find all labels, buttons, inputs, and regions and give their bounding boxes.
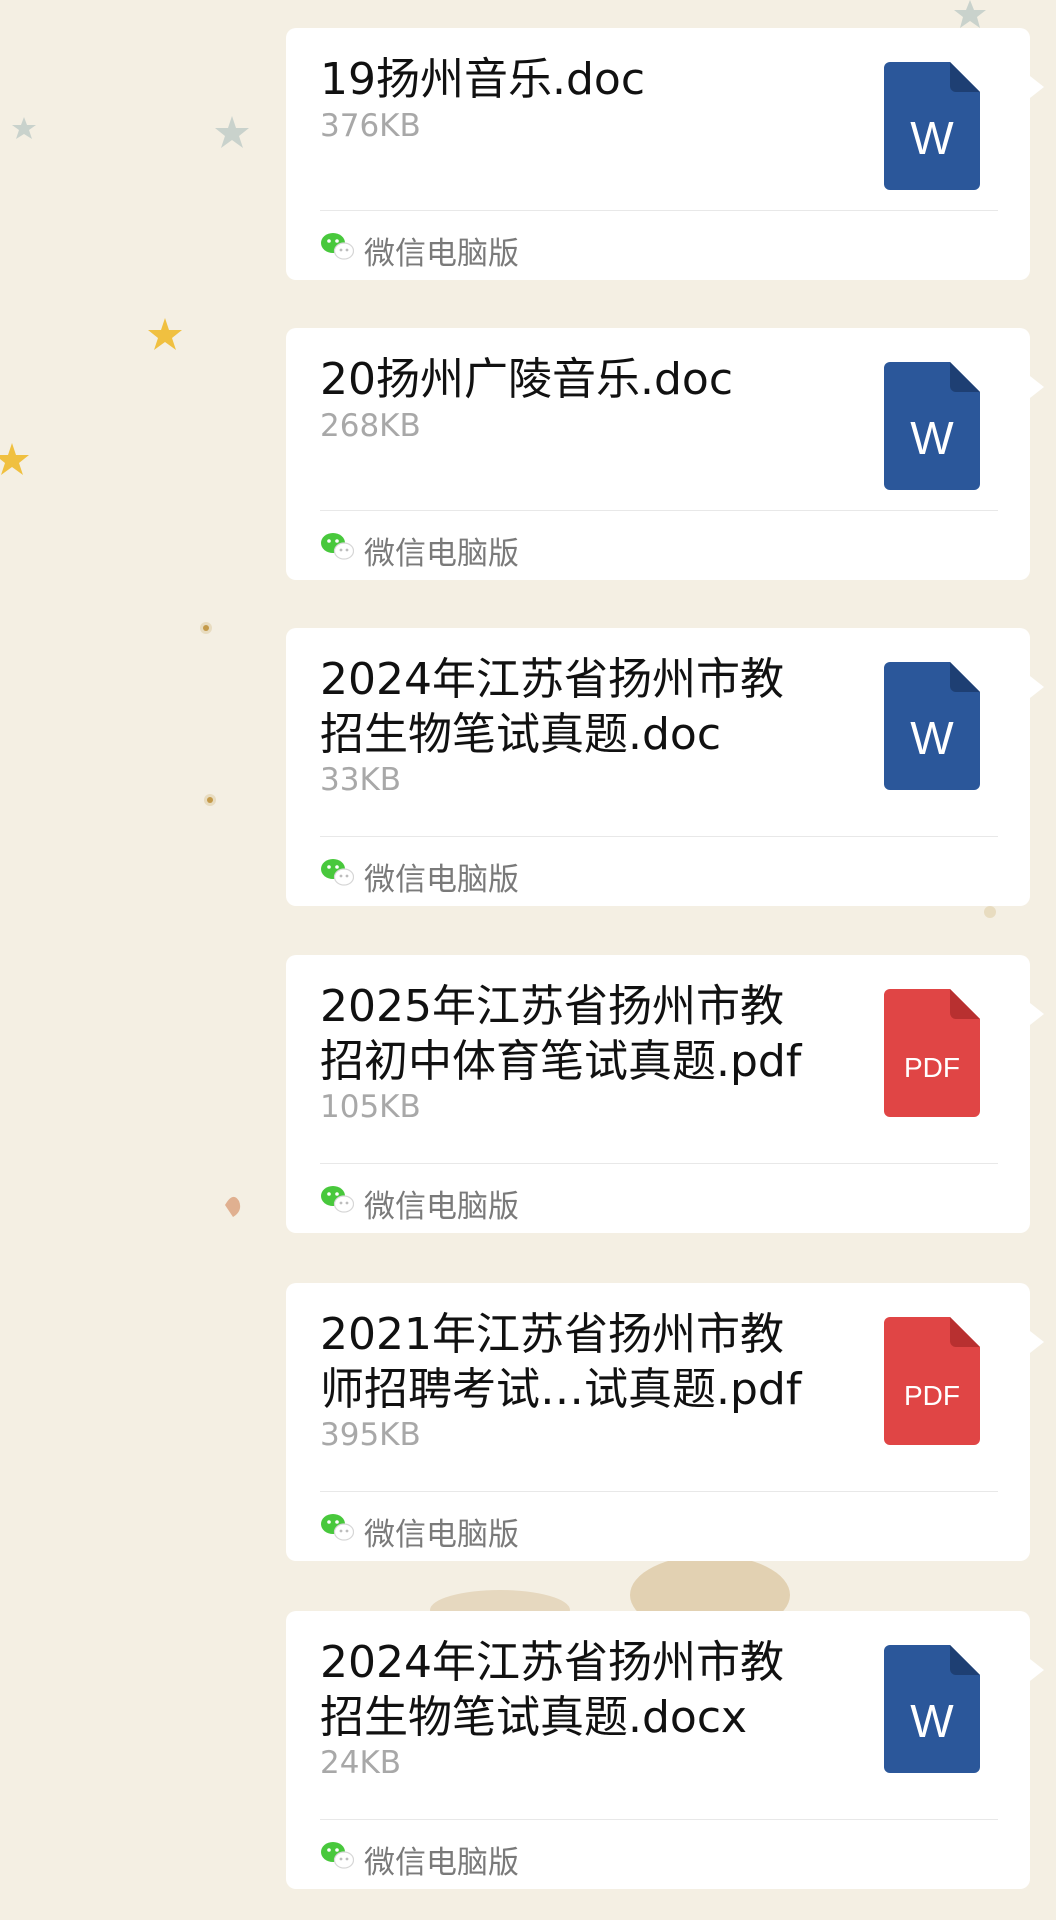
file-size: 376KB [320,108,421,144]
word-file-icon: W [884,362,980,490]
wechat-icon [320,531,364,569]
wechat-icon [320,1184,364,1222]
source-text: 微信电脑版 [364,861,519,898]
file-message-bubble[interactable]: 2024年江苏省扬州市教 招生物笔试真题.docx 24KB W 微信电脑版 [286,1611,1044,1889]
wechat-icon [320,857,364,895]
source-label: 微信电脑版 [320,1839,519,1881]
wechat-icon [320,1840,364,1878]
word-file-icon: W [884,62,980,190]
file-name: 2025年江苏省扬州市教 招初中体育笔试真题.pdf [320,981,802,1087]
background-illustration [430,1555,790,1615]
file-size: 395KB [320,1417,421,1453]
file-icon-label: PDF [904,1052,960,1083]
word-file-icon: W [884,662,980,790]
file-message-bubble[interactable]: 20扬州广陵音乐.doc 268KB W 微信电脑版 [286,328,1044,580]
pdf-file-icon: PDF [884,989,980,1117]
file-message-bubble[interactable]: 2025年江苏省扬州市教 招初中体育笔试真题.pdf 105KB PDF 微信电… [286,955,1044,1233]
file-icon-label: PDF [904,1380,960,1411]
background-decoration [0,116,249,1217]
source-text: 微信电脑版 [364,235,519,272]
file-message-bubble[interactable]: 19扬州音乐.doc 376KB W 微信电脑版 [286,28,1044,280]
divider [320,510,998,511]
pdf-file-icon: PDF [884,1317,980,1445]
source-label: 微信电脑版 [320,1183,519,1225]
divider [320,210,998,211]
source-label: 微信电脑版 [320,1511,519,1553]
source-label: 微信电脑版 [320,856,519,898]
file-name: 20扬州广陵音乐.doc [320,354,734,405]
file-icon-label: W [910,1695,954,1747]
source-label: 微信电脑版 [320,230,519,272]
file-name: 2021年江苏省扬州市教 师招聘考试…试真题.pdf [320,1309,802,1415]
source-text: 微信电脑版 [364,1516,519,1553]
divider [320,836,998,837]
source-text: 微信电脑版 [364,1188,519,1225]
file-size: 24KB [320,1745,402,1781]
divider [320,1819,998,1820]
source-label: 微信电脑版 [320,530,519,572]
file-name: 2024年江苏省扬州市教 招生物笔试真题.doc [320,654,784,760]
file-message-bubble[interactable]: 2024年江苏省扬州市教 招生物笔试真题.doc 33KB W 微信电脑版 [286,628,1044,906]
wechat-icon [320,231,364,269]
file-size: 33KB [320,762,402,798]
source-text: 微信电脑版 [364,535,519,572]
file-name: 19扬州音乐.doc [320,54,646,105]
divider [320,1163,998,1164]
file-icon-label: W [910,412,954,464]
word-file-icon: W [884,1645,980,1773]
divider [320,1491,998,1492]
file-icon-label: W [910,112,954,164]
file-icon-label: W [910,712,954,764]
source-text: 微信电脑版 [364,1844,519,1881]
wechat-icon [320,1512,364,1550]
file-name: 2024年江苏省扬州市教 招生物笔试真题.docx [320,1637,784,1743]
file-size: 105KB [320,1089,421,1125]
file-size: 268KB [320,408,421,444]
file-message-bubble[interactable]: 2021年江苏省扬州市教 师招聘考试…试真题.pdf 395KB PDF 微信电… [286,1283,1044,1561]
